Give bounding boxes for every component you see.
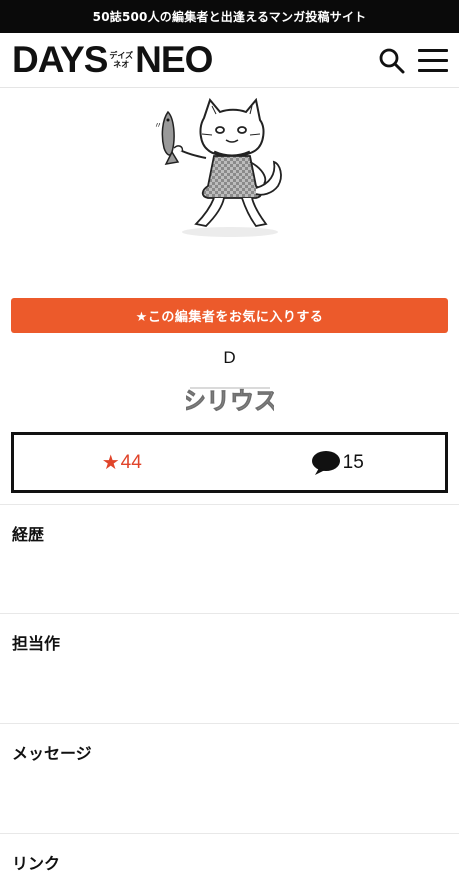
hamburger-menu-icon[interactable]: [418, 49, 448, 73]
site-tagline-bar: 50誌500人の編集者と出逢えるマンガ投稿サイト: [0, 0, 459, 33]
logo-days-text: DAYS: [12, 39, 108, 80]
logo-ruby-bottom: ネオ: [113, 60, 130, 69]
logo-ruby: デイズ ネオ: [109, 51, 133, 69]
fish-icon: [161, 110, 180, 165]
site-header: DAYS デイズ ネオ NEO: [0, 33, 459, 88]
magazine-logo[interactable]: シリウス: [182, 382, 278, 418]
logo-neo-text: NEO: [135, 39, 213, 80]
comments-count-value: 15: [342, 451, 364, 473]
editor-avatar-cat-illustration: 〃: [152, 97, 292, 243]
favorites-count: ★ 44: [14, 435, 230, 490]
site-tagline: 50誌500人の編集者と出逢えるマンガ投稿サイト: [92, 10, 367, 24]
logo-ruby-top: デイズ: [109, 51, 134, 60]
section-message: メッセージ: [0, 723, 459, 834]
magazine-logo-text: シリウス: [186, 387, 274, 415]
section-links-title: リンク: [12, 854, 61, 873]
section-message-title: メッセージ: [12, 744, 92, 763]
favorite-editor-label: ★この編集者をお気に入りする: [135, 310, 324, 325]
section-career-title: 経歴: [12, 525, 45, 544]
favorites-count-value: 44: [120, 451, 142, 473]
editor-name: D: [223, 348, 236, 367]
svg-text:〃: 〃: [154, 121, 162, 130]
star-icon: ★: [101, 452, 120, 474]
days-neo-logo[interactable]: DAYS デイズ ネオ NEO: [12, 39, 213, 80]
section-works: 担当作: [0, 613, 459, 724]
search-icon[interactable]: [378, 47, 406, 75]
editor-stats-box: ★ 44 15: [11, 432, 448, 493]
speech-bubble-icon: [311, 450, 340, 475]
favorite-editor-button[interactable]: ★この編集者をお気に入りする: [11, 298, 448, 333]
section-career: 経歴: [0, 504, 459, 614]
comments-count: 15: [230, 435, 446, 490]
section-works-title: 担当作: [12, 634, 61, 653]
section-links: リンク: [0, 833, 459, 883]
